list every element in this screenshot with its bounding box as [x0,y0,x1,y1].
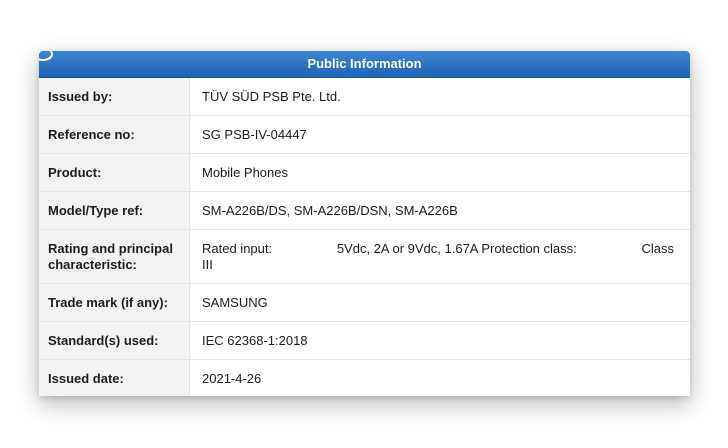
rated-input-values: 5Vdc, 2A or 9Vdc, 1.67A Protection class… [336,240,577,256]
card-header: Public Information [39,51,690,78]
table-row-standards-used: Standard(s) used: IEC 62368-1:2018 [39,322,690,360]
info-table: Issued by: TÜV SÜD PSB Pte. Ltd. Referen… [39,78,690,396]
row-label: Standard(s) used: [39,322,189,359]
table-row-issued-date: Issued date: 2021-4-26 [39,360,690,396]
row-label: Reference no: [39,116,189,153]
row-label: Trade mark (if any): [39,284,189,321]
row-value: Rated input: 5Vdc, 2A or 9Vdc, 1.67A Pro… [189,230,690,283]
row-label: Rating and principal characteristic: [39,230,189,283]
table-row-model-type-ref: Model/Type ref: SM-A226B/DS, SM-A226B/DS… [39,192,690,230]
protection-class-word: Class [641,240,674,256]
rating-text: Rated input: 5Vdc, 2A or 9Vdc, 1.67A Pro… [202,241,674,273]
row-value: TÜV SÜD PSB Pte. Ltd. [189,78,690,115]
table-row-reference-no: Reference no: SG PSB-IV-04447 [39,116,690,154]
row-label: Model/Type ref: [39,192,189,229]
rated-input-label: Rated input: [202,240,273,256]
table-row-issued-by: Issued by: TÜV SÜD PSB Pte. Ltd. [39,78,690,116]
rating-line-1: Rated input: 5Vdc, 2A or 9Vdc, 1.67A Pro… [202,241,674,257]
corner-arc-decoration [39,51,53,61]
row-label: Issued by: [39,78,189,115]
row-value: IEC 62368-1:2018 [189,322,690,359]
row-value: SAMSUNG [189,284,690,321]
row-label: Issued date: [39,360,189,396]
table-row-trade-mark: Trade mark (if any): SAMSUNG [39,284,690,322]
screenshot-stage: Public Information Issued by: TÜV SÜD PS… [0,0,728,448]
table-row-product: Product: Mobile Phones [39,154,690,192]
card-title: Public Information [307,56,422,71]
row-value: 2021-4-26 [189,360,690,396]
row-label: Product: [39,154,189,191]
row-value: SM-A226B/DS, SM-A226B/DSN, SM-A226B [189,192,690,229]
row-value: Mobile Phones [189,154,690,191]
public-information-card: Public Information Issued by: TÜV SÜD PS… [39,51,690,396]
table-row-rating: Rating and principal characteristic: Rat… [39,230,690,284]
rating-line-2: III [202,256,213,272]
row-value: SG PSB-IV-04447 [189,116,690,153]
